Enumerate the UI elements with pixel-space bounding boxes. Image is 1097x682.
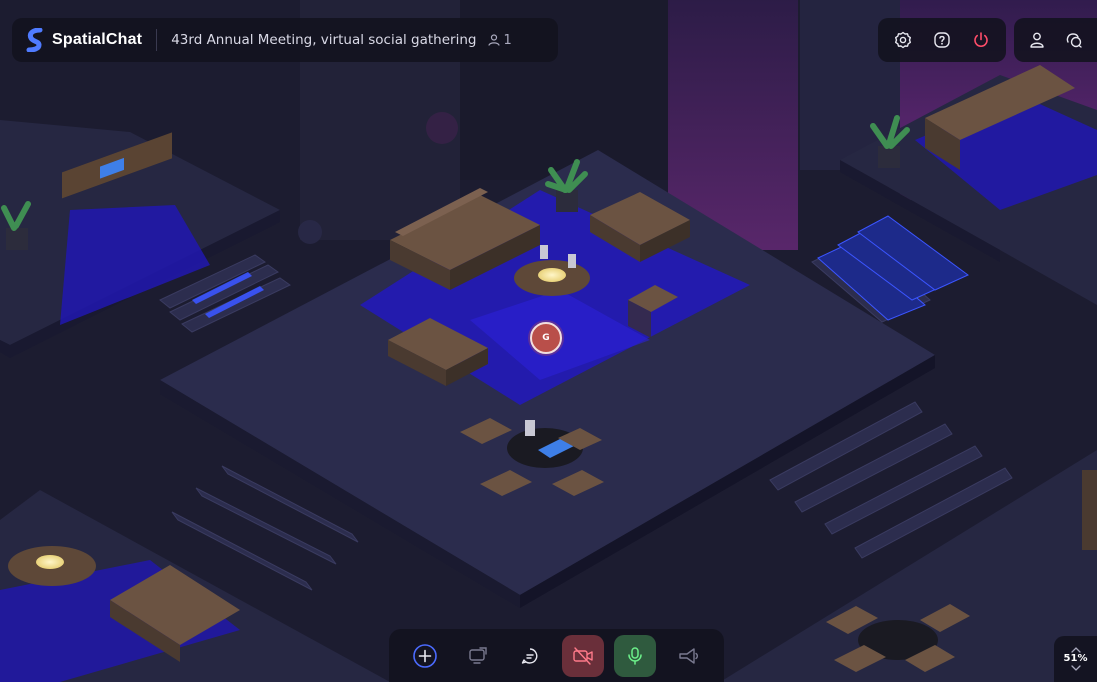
app-name: SpatialChat bbox=[52, 31, 143, 48]
participant-count-value: 1 bbox=[503, 32, 512, 48]
zoom-control[interactable]: 51% bbox=[1054, 636, 1097, 682]
header-divider bbox=[156, 29, 158, 51]
top-toolbar bbox=[878, 18, 1006, 62]
leave-button[interactable] bbox=[966, 25, 996, 55]
room-title[interactable]: 43rd Annual Meeting, virtual social gath… bbox=[171, 32, 476, 48]
plus-circle-icon bbox=[413, 643, 438, 668]
room-header: SpatialChat 43rd Annual Meeting, virtual… bbox=[12, 18, 558, 62]
message-icon bbox=[522, 647, 538, 664]
settings-button[interactable] bbox=[888, 25, 918, 55]
person-icon bbox=[488, 34, 501, 46]
camera-toggle-button[interactable] bbox=[561, 634, 604, 677]
chevron-up-icon[interactable] bbox=[1070, 646, 1081, 653]
zoom-level: 51% bbox=[1063, 653, 1088, 664]
broadcast-button[interactable] bbox=[667, 635, 709, 677]
people-toolbar bbox=[1014, 18, 1097, 62]
microphone-toggle-button[interactable] bbox=[614, 634, 657, 677]
user-avatar[interactable]: G bbox=[530, 322, 562, 354]
chevron-down-icon[interactable] bbox=[1070, 665, 1081, 672]
question-icon bbox=[934, 32, 950, 48]
chat-button[interactable] bbox=[1059, 25, 1089, 55]
gear-icon bbox=[895, 31, 912, 49]
megaphone-icon bbox=[679, 647, 698, 664]
add-button[interactable] bbox=[404, 635, 446, 677]
screen-share-button[interactable] bbox=[457, 635, 499, 677]
message-button[interactable] bbox=[509, 635, 551, 677]
avatar-initial: G bbox=[542, 333, 550, 343]
profile-button[interactable] bbox=[1022, 25, 1052, 55]
chat-bubbles-icon bbox=[1066, 33, 1082, 48]
spatialchat-logo-icon bbox=[26, 28, 43, 52]
screen-share-icon bbox=[469, 646, 487, 664]
participant-count[interactable]: 1 bbox=[488, 32, 512, 48]
power-icon bbox=[973, 32, 988, 47]
camera-off-icon bbox=[573, 646, 593, 665]
bottom-dock bbox=[389, 629, 724, 682]
microphone-icon bbox=[628, 646, 642, 665]
help-button[interactable] bbox=[927, 25, 957, 55]
user-icon bbox=[1030, 32, 1044, 48]
